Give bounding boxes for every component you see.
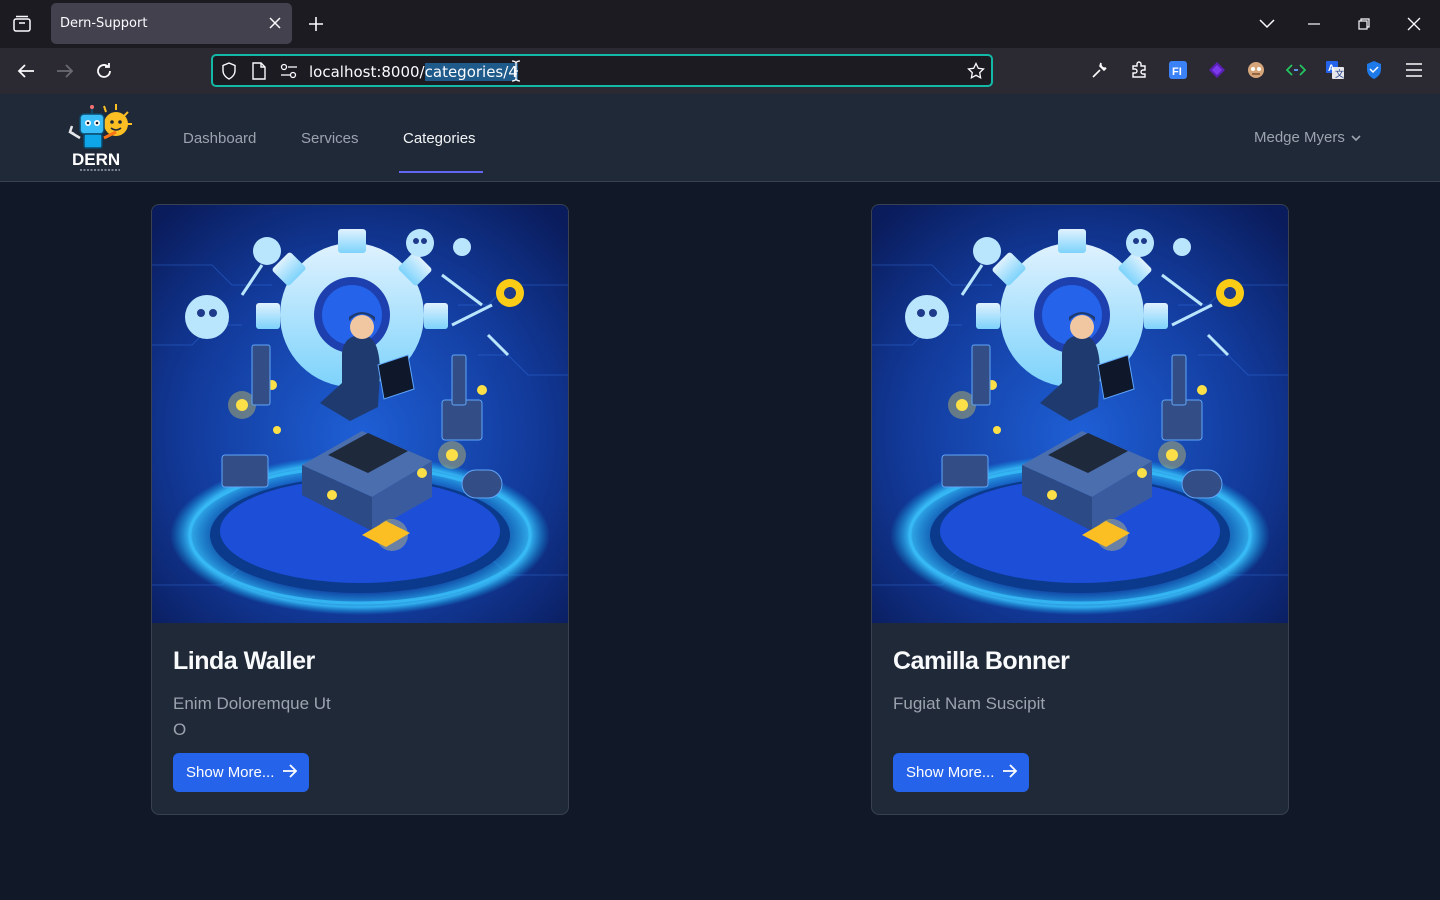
reload-icon[interactable] xyxy=(89,57,119,85)
tab-list-icon[interactable] xyxy=(8,10,36,38)
chevron-down-icon[interactable] xyxy=(1252,10,1282,38)
browser-toolbar: localhost:8000/categories/4 FI A文 xyxy=(0,48,1440,94)
dern-logo[interactable]: DERN xyxy=(66,102,134,174)
text-cursor-icon xyxy=(511,60,521,82)
extension-translate-icon[interactable]: A文 xyxy=(1324,59,1346,81)
arrow-right-icon xyxy=(282,763,298,782)
nav-services[interactable]: Services xyxy=(301,130,359,147)
show-more-label: Show More... xyxy=(186,764,275,781)
close-icon[interactable] xyxy=(266,14,284,32)
nav-dashboard[interactable]: Dashboard xyxy=(183,130,256,147)
show-more-button[interactable]: Show More... xyxy=(893,753,1029,792)
url-text[interactable]: localhost:8000/categories/4 xyxy=(309,63,518,81)
minimize-icon[interactable] xyxy=(1299,10,1329,38)
site-permissions-icon[interactable] xyxy=(280,62,298,80)
extensions-puzzle-icon[interactable] xyxy=(1128,59,1150,81)
restore-icon[interactable] xyxy=(1349,10,1379,38)
card-illustration xyxy=(152,205,568,623)
browser-tab[interactable]: Dern-Support xyxy=(51,3,292,44)
url-path-selected: categories/4 xyxy=(424,63,518,81)
svg-text:FI: FI xyxy=(1172,66,1182,78)
card-illustration xyxy=(872,205,1288,623)
svg-text:文: 文 xyxy=(1335,68,1344,79)
wrench-icon[interactable] xyxy=(1089,59,1111,81)
card-title: Camilla Bonner xyxy=(893,647,1070,675)
card-description-line: O xyxy=(173,720,187,739)
category-card: Camilla Bonner Fugiat Nam Suscipit Show … xyxy=(871,204,1289,815)
extension-fi-icon[interactable]: FI xyxy=(1167,59,1189,81)
card-description-line: Enim Doloremque Ut xyxy=(173,694,331,713)
card-title: Linda Waller xyxy=(173,647,315,675)
forward-arrow-icon[interactable] xyxy=(50,57,80,85)
tab-title: Dern-Support xyxy=(60,16,148,31)
extension-avatar-icon[interactable] xyxy=(1245,59,1267,81)
svg-text:A: A xyxy=(1328,63,1335,73)
nav-categories[interactable]: Categories xyxy=(403,130,476,147)
extension-shield-icon[interactable] xyxy=(1363,59,1385,81)
logo-wordmark: DERN xyxy=(72,150,120,169)
browser-tab-bar: Dern-Support xyxy=(0,0,1440,48)
new-tab-icon[interactable] xyxy=(304,12,328,36)
arrow-right-icon xyxy=(1002,763,1018,782)
card-description: Enim Doloremque Ut O xyxy=(173,691,353,743)
hamburger-menu-icon[interactable] xyxy=(1403,59,1425,81)
close-window-icon[interactable] xyxy=(1399,10,1429,38)
app-header: DERN Dashboard Services Categories Medge… xyxy=(0,94,1440,182)
category-card: Linda Waller Enim Doloremque Ut O Show M… xyxy=(151,204,569,815)
user-menu[interactable]: Medge Myers xyxy=(1254,129,1361,146)
back-arrow-icon[interactable] xyxy=(11,57,41,85)
address-bar[interactable]: localhost:8000/categories/4 xyxy=(211,54,993,87)
shield-icon[interactable] xyxy=(220,62,238,80)
card-description-line: Fugiat Nam Suscipit xyxy=(893,694,1046,713)
extension-code-icon[interactable] xyxy=(1285,59,1307,81)
active-nav-indicator xyxy=(399,171,483,173)
chevron-down-icon xyxy=(1351,129,1361,146)
page-icon[interactable] xyxy=(250,62,268,80)
show-more-label: Show More... xyxy=(906,764,995,781)
user-name: Medge Myers xyxy=(1254,129,1345,146)
card-description: Fugiat Nam Suscipit xyxy=(893,691,1073,717)
bookmark-star-icon[interactable] xyxy=(967,62,985,80)
extension-diamond-icon[interactable] xyxy=(1206,59,1228,81)
show-more-button[interactable]: Show More... xyxy=(173,753,309,792)
url-host: localhost:8000/ xyxy=(309,63,425,81)
